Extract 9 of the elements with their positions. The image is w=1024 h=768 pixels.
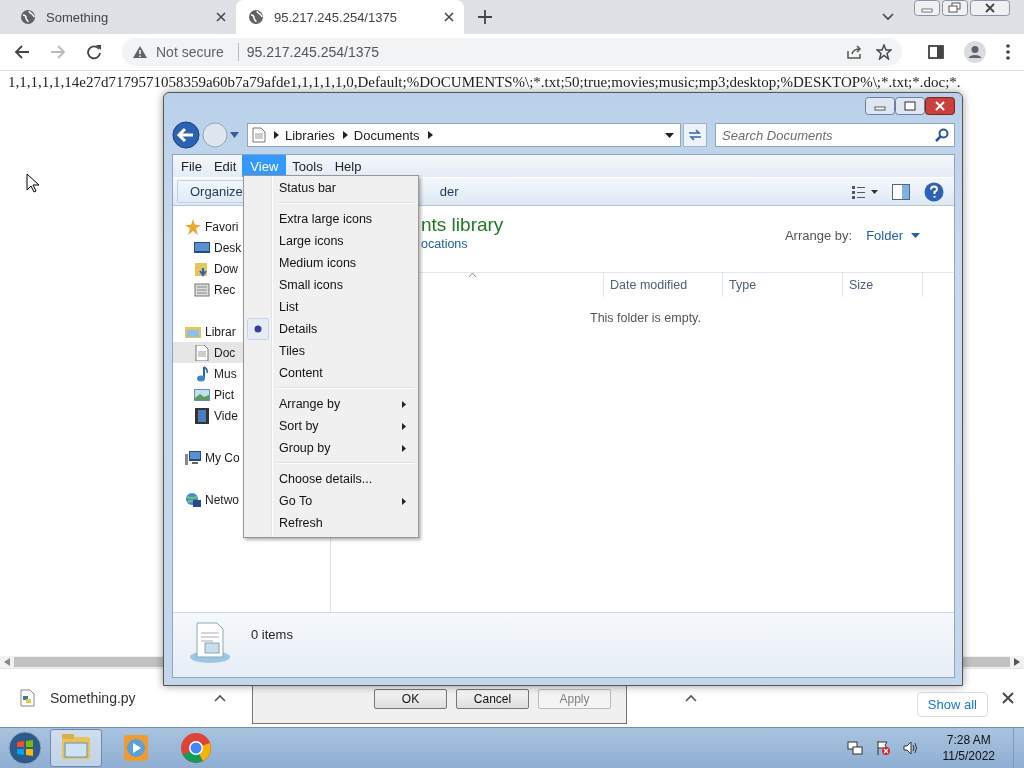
url-text: 95.217.245.254/1375	[246, 44, 380, 60]
tab-title: 95.217.245.254/1375	[274, 9, 398, 25]
item-count: 0 items	[251, 627, 293, 642]
security-label: Not secure	[156, 44, 224, 60]
library-title: nts library	[421, 214, 504, 236]
empty-folder-message: This folder is empty.	[589, 310, 702, 325]
tab-title: Something	[46, 9, 110, 25]
arrange-label: Arrange by:	[784, 228, 853, 243]
page-text: 1,1,1,1,1,14e27d7179571058359a60b7a79afde1,1,1,1,1,0,Default;%DOCUMENTS%\;*.txt;50;true;movies;music;mp3;desktop;%DESKTOP%\;*.txt;*.doc;*.	[7, 73, 962, 91]
